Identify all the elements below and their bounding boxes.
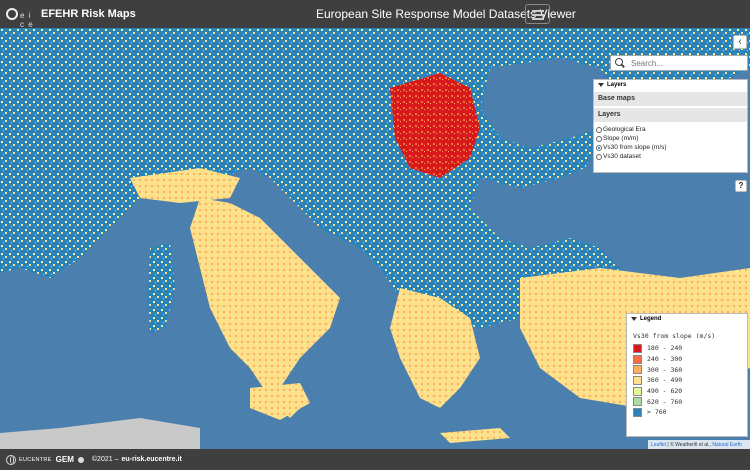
legend-heading: Legend — [640, 316, 662, 322]
layers-panel-header[interactable]: Layers — [594, 80, 747, 90]
legend-label: 180 - 240 — [647, 344, 683, 353]
eucentre-label: EUCENTRE — [19, 456, 52, 463]
natural-earth-link[interactable]: Natural Earth — [712, 442, 741, 448]
top-bar: e i c e EFEHR Risk Maps European Site Re… — [0, 0, 750, 29]
legend-swatch — [633, 407, 642, 417]
search-input[interactable] — [631, 58, 741, 68]
map-attribution: Leaflet | © Weatherill et al., Natural E… — [648, 440, 750, 449]
legend-swatch — [633, 397, 642, 407]
radio-button[interactable] — [596, 153, 602, 160]
legend-swatch — [633, 375, 642, 385]
layer-option-vs30-dataset[interactable]: Vs30 dataset — [594, 152, 747, 161]
radio-button[interactable] — [596, 135, 602, 142]
legend-item: 360 - 490 — [627, 375, 747, 386]
brand[interactable]: e i c e EFEHR Risk Maps — [0, 7, 200, 29]
legend-item: 300 - 360 — [627, 364, 747, 375]
legend-label: 300 - 360 — [647, 365, 683, 374]
legend-swatch — [633, 343, 642, 353]
layer-option-geological-era[interactable]: Geological Era — [594, 125, 747, 134]
layers-panel: Layers Base maps Layers Geological Era S… — [593, 79, 748, 173]
legend-item: 240 - 300 — [627, 354, 747, 365]
site-link[interactable]: eu-risk.eucentre.it — [121, 456, 181, 463]
copyright: ©2021 – — [91, 456, 119, 463]
footer: EUCENTRE GEM ©2021 – eu-risk.eucentre.it — [0, 449, 750, 470]
layer-option-slope[interactable]: Slope (m/m) — [594, 134, 747, 143]
leaflet-link[interactable]: Leaflet — [651, 442, 666, 448]
caret-down-icon — [598, 83, 604, 87]
legend-item: > 760 — [627, 407, 747, 418]
caret-down-icon — [631, 317, 637, 321]
legend-swatch — [633, 365, 642, 375]
search-icon — [613, 56, 627, 70]
base-maps-section[interactable]: Base maps — [594, 92, 747, 106]
gem-logo-icon — [77, 456, 84, 463]
legend-item: 490 - 620 — [627, 386, 747, 397]
legend-label: > 760 — [647, 408, 667, 417]
menu-toggle-button[interactable] — [525, 4, 550, 24]
legend-header[interactable]: Legend — [627, 314, 747, 324]
legend-swatch — [633, 354, 642, 364]
layer-option-vs30-slope[interactable]: Vs30 from slope (m/s) — [594, 143, 747, 152]
brand-name: EFEHR Risk Maps — [41, 8, 136, 20]
legend-label: 360 - 490 — [647, 376, 683, 385]
help-button[interactable]: ? — [735, 180, 747, 192]
gem-label: GEM — [55, 455, 74, 464]
legend-label: 240 - 300 — [647, 355, 683, 364]
collapse-sidebar-button[interactable]: ‹ — [733, 35, 747, 49]
eucentre-logo-icon — [6, 454, 16, 465]
layers-section[interactable]: Layers — [594, 108, 747, 122]
legend-swatch — [633, 386, 642, 396]
radio-button[interactable] — [596, 126, 602, 133]
legend-item: 620 - 760 — [627, 396, 747, 407]
legend-title: Vs30 from slope (m/s) — [633, 332, 716, 340]
layers-panel-heading: Layers — [607, 82, 627, 88]
efehr-logo-icon: e i c e — [6, 7, 36, 29]
radio-button-selected[interactable] — [596, 144, 602, 151]
legend-panel: Legend Vs30 from slope (m/s) 180 - 240 24… — [626, 313, 748, 437]
legend-label: 620 - 760 — [647, 397, 683, 406]
search-box — [610, 55, 748, 71]
legend-label: 490 - 620 — [647, 387, 683, 396]
legend-item: 180 - 240 — [627, 343, 747, 354]
